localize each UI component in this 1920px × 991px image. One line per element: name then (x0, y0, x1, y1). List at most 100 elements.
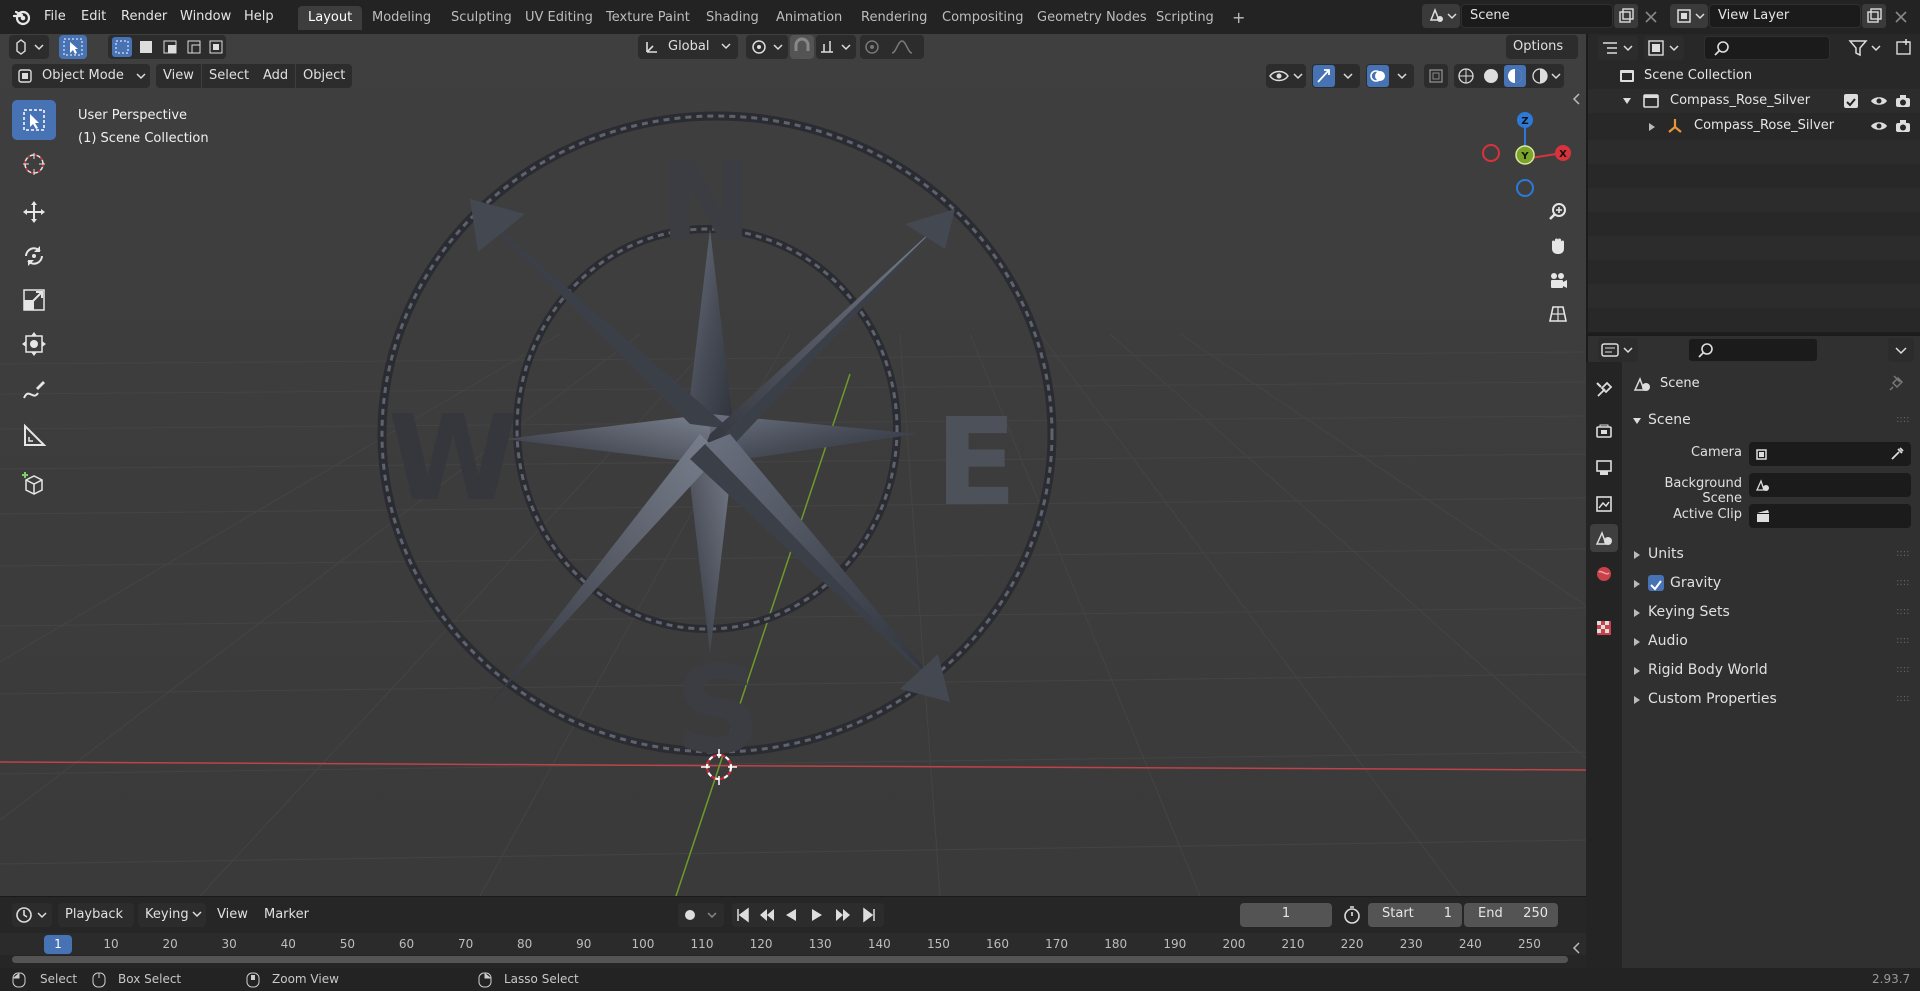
tab-texture-paint[interactable]: Texture Paint (596, 6, 700, 30)
menu-help[interactable]: Help (238, 6, 280, 28)
gravity-checkbox[interactable] (1648, 575, 1664, 591)
pin-icon[interactable] (1888, 374, 1906, 392)
tab-modeling[interactable]: Modeling (362, 6, 441, 30)
timeline-menu-marker[interactable]: Marker (264, 903, 309, 927)
drag-handle-icon[interactable]: :::: (1896, 656, 1909, 684)
overlays-toggle[interactable] (1366, 64, 1414, 88)
keying-sets-panel-header[interactable]: Keying Sets :::: (1622, 598, 1920, 626)
display-mode-dropdown[interactable] (1644, 36, 1684, 60)
start-frame-field[interactable]: Start 1 (1368, 903, 1462, 927)
view-layer-browse-button[interactable] (1670, 4, 1708, 28)
playback-dropdown[interactable]: Playback (58, 903, 134, 941)
mode-dropdown[interactable]: Object Mode (12, 64, 150, 88)
new-collection-icon[interactable] (1892, 36, 1916, 60)
xray-toggle-icon[interactable] (1424, 64, 1448, 88)
tab-geometry-nodes[interactable]: Geometry Nodes (1027, 6, 1157, 30)
output-properties-tab[interactable] (1590, 454, 1618, 482)
scene-copy-icon[interactable] (1614, 4, 1638, 28)
texture-properties-tab[interactable] (1590, 614, 1618, 642)
outliner-row-object[interactable]: Compass_Rose_Silver (1588, 114, 1920, 138)
editor-type-button[interactable] (9, 35, 49, 59)
options-dropdown[interactable]: Options (1506, 35, 1578, 73)
menu-render[interactable]: Render (115, 6, 173, 28)
timeline-sidebar-toggle-icon[interactable] (1572, 941, 1582, 955)
snap-toggle-icon[interactable] (790, 35, 814, 59)
select-mode-tweak-icon[interactable] (59, 35, 87, 59)
pan-hand-icon[interactable] (1542, 230, 1574, 262)
view-layer-remove-icon[interactable] (1890, 4, 1912, 28)
view-layer-properties-tab[interactable] (1590, 490, 1618, 518)
annotate-tool[interactable] (12, 372, 56, 412)
tab-sculpting[interactable]: Sculpting (441, 6, 522, 30)
render-properties-tab[interactable] (1590, 418, 1618, 446)
drag-handle-icon[interactable]: :::: (1896, 569, 1909, 597)
world-properties-tab[interactable] (1590, 560, 1618, 588)
tab-uv-editing[interactable]: UV Editing (515, 6, 603, 30)
current-frame-field[interactable]: 1 (1240, 903, 1332, 927)
shading-mode-group[interactable] (1454, 64, 1564, 88)
scene-browse-button[interactable] (1422, 4, 1460, 28)
scene-properties-tab[interactable] (1590, 524, 1618, 552)
active-clip-field[interactable] (1749, 504, 1911, 528)
add-cube-tool[interactable] (12, 464, 56, 504)
drag-handle-icon[interactable]: :::: (1896, 598, 1909, 626)
filter-icon[interactable] (1846, 36, 1886, 60)
add-workspace-button[interactable]: + (1222, 6, 1255, 30)
gizmo-toggle[interactable] (1312, 64, 1360, 88)
snap-target-dropdown[interactable] (816, 35, 856, 59)
custom-properties-panel-header[interactable]: Custom Properties :::: (1622, 685, 1920, 713)
properties-options-dropdown[interactable] (1888, 338, 1914, 362)
pivot-point-dropdown[interactable] (746, 35, 788, 59)
stopwatch-icon[interactable] (1340, 903, 1364, 927)
drag-handle-icon[interactable]: :::: (1896, 540, 1909, 568)
exclude-checkbox[interactable] (1844, 94, 1858, 108)
view-layer-field[interactable]: View Layer (1709, 4, 1861, 28)
selection-mode-group[interactable] (108, 35, 226, 59)
playback-controls[interactable] (732, 903, 884, 927)
menu-select[interactable]: Select (202, 64, 257, 88)
background-scene-field[interactable] (1749, 473, 1911, 497)
auto-keying-group[interactable] (678, 903, 724, 927)
outliner-editor-type-button[interactable] (1598, 36, 1638, 60)
scene-name-field[interactable]: Scene (1461, 4, 1613, 28)
outliner-row-scene-collection[interactable]: Scene Collection (1588, 64, 1920, 88)
menu-window[interactable]: Window (174, 6, 237, 28)
timeline-editor-type-button[interactable] (12, 903, 52, 927)
measure-tool[interactable] (12, 416, 56, 456)
scene-remove-icon[interactable] (1640, 4, 1662, 28)
cursor-tool[interactable] (12, 144, 56, 184)
rotate-tool[interactable] (12, 236, 56, 276)
perspective-toggle-icon[interactable] (1542, 298, 1574, 330)
tab-rendering[interactable]: Rendering (851, 6, 937, 30)
audio-panel-header[interactable]: Audio :::: (1622, 627, 1920, 655)
properties-search-input[interactable] (1688, 338, 1818, 362)
camera-field[interactable] (1749, 442, 1911, 466)
outliner-search-input[interactable] (1704, 36, 1830, 60)
camera-view-icon[interactable] (1542, 264, 1574, 296)
3d-viewport[interactable]: N E S W Z X Y User Perspective (1) Scene… (0, 34, 1586, 896)
properties-editor-type-button[interactable] (1598, 338, 1638, 362)
navigation-gizmo[interactable]: Z X Y (1468, 100, 1578, 200)
menu-file[interactable]: File (38, 6, 72, 28)
tool-settings-tab[interactable] (1590, 376, 1618, 404)
timeline-menu-view[interactable]: View (217, 903, 248, 927)
tab-animation[interactable]: Animation (766, 6, 852, 30)
timeline-scrollbar[interactable] (12, 956, 1568, 963)
menu-add[interactable]: Add (256, 64, 296, 88)
sidebar-toggle-icon[interactable] (1572, 92, 1582, 106)
scale-tool[interactable] (12, 280, 56, 320)
menu-view[interactable]: View (156, 64, 201, 88)
transform-tool[interactable] (12, 324, 56, 364)
drag-handle-icon[interactable]: :::: (1896, 685, 1909, 713)
blender-logo-icon[interactable] (12, 7, 32, 31)
tab-layout[interactable]: Layout (298, 6, 363, 30)
zoom-icon[interactable] (1542, 196, 1574, 228)
tab-shading[interactable]: Shading (696, 6, 769, 30)
tab-compositing[interactable]: Compositing (932, 6, 1034, 30)
proportional-editing-group[interactable] (860, 35, 924, 59)
scene-panel-header[interactable]: Scene :::: (1622, 406, 1920, 434)
rigid-body-world-panel-header[interactable]: Rigid Body World :::: (1622, 656, 1920, 684)
menu-object[interactable]: Object (296, 64, 353, 88)
keying-dropdown[interactable]: Keying (138, 903, 206, 927)
menu-edit[interactable]: Edit (75, 6, 112, 28)
